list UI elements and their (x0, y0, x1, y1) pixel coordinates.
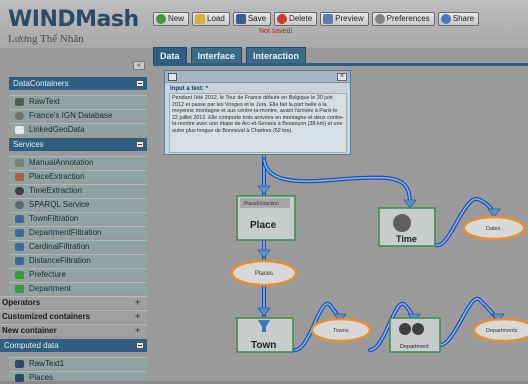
node-dates[interactable]: Dates (462, 215, 526, 241)
node-places-label: Places (255, 271, 273, 277)
node-time[interactable]: Time (378, 207, 436, 247)
node-dates-label: Dates (486, 226, 501, 232)
node-place-sublabel: PlaceExtraction (244, 201, 279, 207)
dialog-icon (168, 73, 177, 81)
gear-icon (393, 214, 411, 232)
binoculars-icon (399, 323, 411, 335)
arrow-down-icon (403, 199, 417, 209)
node-town-label: Town (251, 340, 276, 351)
binoculars-icon (412, 323, 424, 335)
arrow-down-icon (257, 185, 271, 195)
dialog-titlebar[interactable]: × (165, 71, 350, 83)
app-window: WINDMash Lương Thế Nhân New Load Save De… (0, 0, 528, 382)
node-department-label: Department (400, 344, 429, 350)
node-places[interactable]: Places (230, 259, 298, 287)
node-towns[interactable]: Towns (310, 317, 372, 343)
node-towns-label: Towns (333, 328, 349, 334)
node-time-label: Time (396, 234, 417, 244)
input-text-area[interactable]: Pendant l'été 2012, le Tour de France dé… (169, 93, 347, 153)
input-text-label: Input a text: * (170, 86, 209, 92)
workflow-diagram: PlaceExtraction Place Places Time Dates … (230, 153, 528, 353)
node-place-label: Place (250, 220, 277, 231)
arrow-down-icon (257, 307, 271, 317)
node-department[interactable]: Department (389, 317, 441, 353)
node-departments[interactable]: Departments (472, 317, 528, 343)
input-text-dialog[interactable]: × Input a text: * Pendant l'été 2012, le… (164, 70, 351, 155)
arrow-down-icon (257, 249, 271, 259)
node-place[interactable]: PlaceExtraction Place (236, 195, 296, 241)
close-icon[interactable]: × (337, 73, 347, 81)
node-town[interactable]: Town (236, 317, 294, 353)
node-departments-label: Departments (486, 328, 518, 334)
